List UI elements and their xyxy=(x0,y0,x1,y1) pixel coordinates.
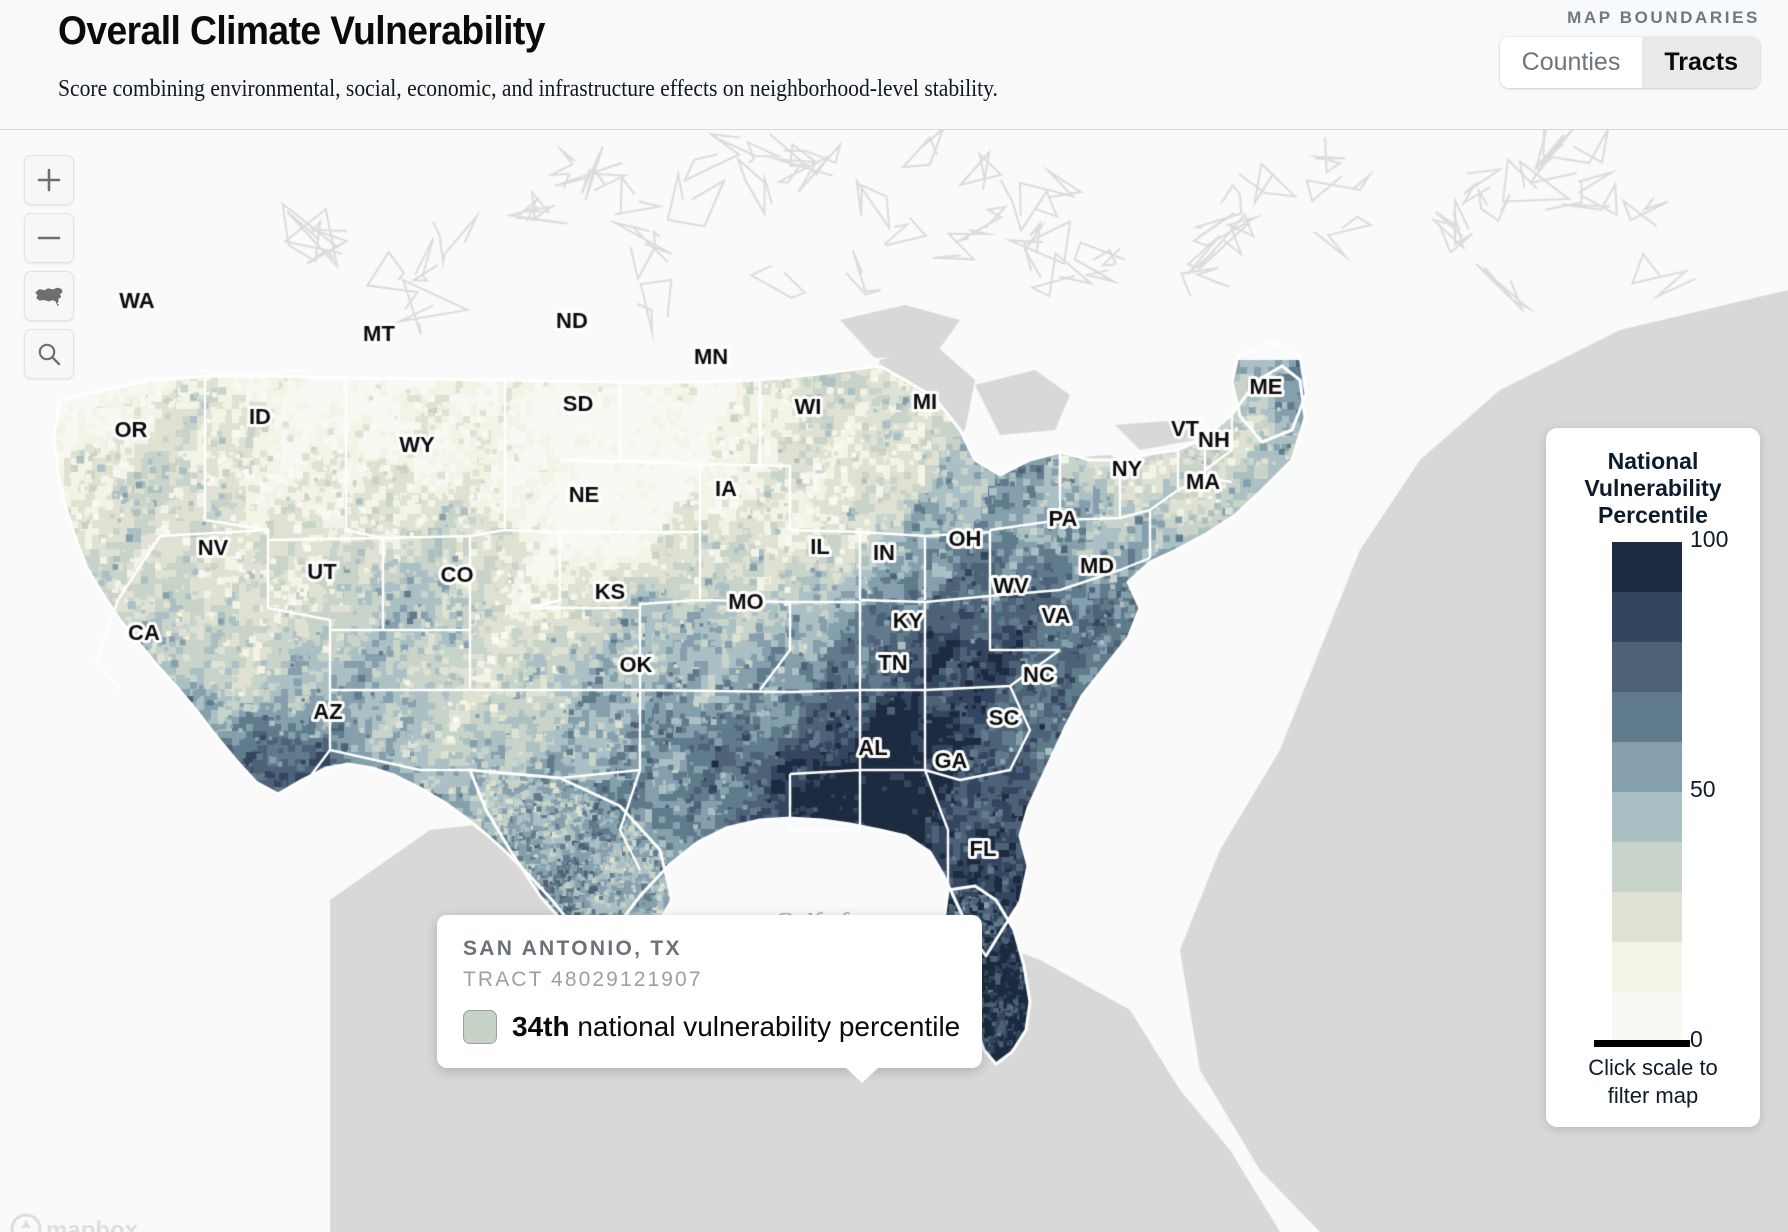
map-viewport[interactable]: mapbox SAN ANTONIO, TX TRACT 48029121907… xyxy=(0,130,1788,1232)
tooltip-value-text: 34th national vulnerability percentile xyxy=(512,1011,960,1043)
legend-bin-0[interactable] xyxy=(1612,542,1682,593)
feature-tooltip: SAN ANTONIO, TX TRACT 48029121907 34th n… xyxy=(437,915,982,1083)
legend-bin-1[interactable] xyxy=(1612,592,1682,643)
legend-bin-6[interactable] xyxy=(1612,842,1682,893)
map-controls xyxy=(24,155,74,379)
tooltip-value-row: 34th national vulnerability percentile xyxy=(463,1010,960,1044)
search-button[interactable] xyxy=(24,329,74,379)
boundary-toggle-counties[interactable]: Counties xyxy=(1499,37,1643,88)
legend-bin-3[interactable] xyxy=(1612,692,1682,743)
legend-bin-7[interactable] xyxy=(1612,892,1682,943)
minus-icon xyxy=(37,236,61,240)
reset-extent-button[interactable] xyxy=(24,271,74,321)
zoom-in-button[interactable] xyxy=(24,155,74,205)
plus-icon xyxy=(37,168,61,192)
map-boundaries-label: MAP BOUNDARIES xyxy=(1567,8,1760,27)
legend-footer-line-2: filter map xyxy=(1607,1082,1699,1108)
tooltip-percentile-value: 34th xyxy=(512,1011,570,1042)
tooltip-color-swatch xyxy=(463,1010,497,1044)
legend-bin-2[interactable] xyxy=(1612,642,1682,693)
search-icon xyxy=(38,343,61,366)
legend-baseline xyxy=(1594,1040,1690,1048)
tooltip-tract-id: TRACT 48029121907 xyxy=(463,968,703,991)
legend-tick-50: 50 xyxy=(1690,776,1716,803)
zoom-out-button[interactable] xyxy=(24,213,74,263)
legend-color-scale[interactable] xyxy=(1612,542,1682,1043)
map-boundaries-control: MAP BOUNDARIES Counties Tracts xyxy=(1499,8,1760,88)
climate-vulnerability-map-app: Overall Climate Vulnerability Score comb… xyxy=(0,0,1788,1232)
mapbox-attribution[interactable]: mapbox xyxy=(10,1212,160,1232)
mapbox-logo-icon: mapbox xyxy=(10,1213,139,1232)
legend-bin-5[interactable] xyxy=(1612,792,1682,843)
us-map-icon xyxy=(35,287,63,307)
svg-text:mapbox: mapbox xyxy=(46,1217,139,1232)
legend-tick-100: 100 xyxy=(1690,526,1729,553)
legend-bin-8[interactable] xyxy=(1612,942,1682,993)
tooltip-percentile-suffix: national vulnerability percentile xyxy=(577,1011,961,1042)
legend-title: National Vulnerability Percentile xyxy=(1584,448,1722,529)
page-title: Overall Climate Vulnerability xyxy=(58,9,545,53)
legend-bin-9[interactable] xyxy=(1612,992,1682,1043)
page-header: Overall Climate Vulnerability Score comb… xyxy=(0,0,1788,130)
page-subtitle: Score combining environmental, social, e… xyxy=(58,76,998,102)
map-legend: National Vulnerability Percentile 100 50 0… xyxy=(1546,428,1760,1128)
legend-scale: 100 50 0 xyxy=(1562,526,1744,1072)
legend-bin-4[interactable] xyxy=(1612,742,1682,793)
legend-tick-labels: 100 50 0 xyxy=(1690,526,1760,1052)
boundary-toggle-group: Counties Tracts xyxy=(1499,37,1760,88)
legend-tick-0: 0 xyxy=(1690,1026,1703,1053)
boundary-toggle-tracts[interactable]: Tracts xyxy=(1642,37,1760,88)
tooltip-place-name: SAN ANTONIO, TX xyxy=(463,937,682,960)
